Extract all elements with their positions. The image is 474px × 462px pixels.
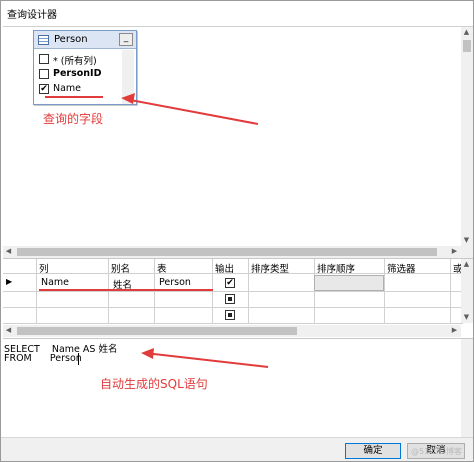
annotation-arrow-sql (141, 348, 269, 368)
table-name: Person (54, 34, 88, 45)
cell-column[interactable]: Name (41, 277, 69, 288)
header-filter: 筛选器 (387, 264, 416, 275)
scroll-right-icon[interactable]: ▶ (449, 325, 460, 336)
grid-header-row: 列 别名 表 输出 排序类型 排序顺序 筛选器 或 (3, 259, 463, 275)
diagram-pane[interactable]: Person _ * (所有列) PersonID ✔ Name 查询的字段 ▲… (3, 26, 473, 258)
annotation-arrow-field (121, 93, 259, 125)
header-alias: 别名 (111, 264, 131, 275)
scroll-thumb[interactable] (463, 40, 471, 52)
diagram-vertical-scrollbar[interactable]: ▲ ▼ (461, 27, 473, 258)
scroll-up-icon[interactable]: ▲ (461, 27, 472, 38)
diagram-horizontal-scrollbar[interactable]: ◀ ▶ (3, 246, 461, 258)
grid-horizontal-scrollbar[interactable]: ◀ ▶ (3, 325, 461, 337)
query-designer-window: 查询设计器 Person _ * (所有列) PersonID ✔ Name 查… (0, 0, 474, 462)
sql-pane[interactable]: SELECT Name AS 姓名 FROM Person 自动生成的SQL语句 (3, 338, 473, 437)
field-label-name: Name (53, 83, 82, 94)
scroll-left-icon[interactable]: ◀ (3, 246, 14, 257)
output-checkbox-row3[interactable] (225, 310, 235, 320)
header-column: 列 (39, 264, 49, 275)
scroll-right-icon[interactable]: ▶ (449, 246, 460, 257)
header-sort-type: 排序类型 (251, 264, 290, 275)
row-underline (39, 289, 213, 291)
annotation-generated-sql: 自动生成的SQL语句 (100, 377, 208, 391)
field-checkbox-name[interactable]: ✔ (39, 84, 49, 94)
scroll-down-icon[interactable]: ▼ (461, 235, 472, 246)
name-underline (45, 96, 103, 98)
minimize-button[interactable]: _ (119, 33, 133, 46)
scroll-left-icon[interactable]: ◀ (3, 325, 14, 336)
current-row-indicator-icon: ▶ (6, 277, 13, 286)
header-sort-order: 排序顺序 (317, 264, 356, 275)
sql-line-from[interactable]: FROM Person (4, 353, 82, 364)
scroll-up-icon[interactable]: ▲ (461, 259, 472, 270)
grid-row-divider (3, 323, 463, 324)
annotation-queried-field: 查询的字段 (43, 112, 104, 126)
grid-row-divider (3, 291, 463, 292)
header-table: 表 (157, 264, 167, 275)
field-label-personid: PersonID (53, 68, 102, 79)
sort-order-cell[interactable] (314, 275, 384, 291)
grid-row-divider (3, 307, 463, 308)
text-cursor (78, 353, 79, 365)
field-checkbox-personid[interactable] (39, 69, 49, 79)
criteria-grid-pane[interactable]: 列 别名 表 输出 排序类型 排序顺序 筛选器 或 ▶ Name 姓名 Pers… (3, 258, 473, 338)
scroll-thumb-horizontal[interactable] (17, 327, 297, 335)
table-icon (38, 35, 49, 45)
output-checkbox-row1[interactable]: ✔ (225, 278, 235, 288)
title-bar: 查询设计器 (1, 1, 473, 25)
sql-vertical-scrollbar[interactable] (461, 339, 473, 437)
grid-vertical-scrollbar[interactable]: ▲ ▼ (461, 259, 473, 323)
scroll-down-icon[interactable]: ▼ (461, 312, 472, 323)
scroll-thumb-horizontal[interactable] (17, 248, 437, 256)
window-title: 查询设计器 (7, 10, 57, 21)
output-checkbox-row2[interactable] (225, 294, 235, 304)
cell-table[interactable]: Person (159, 277, 191, 288)
header-output: 输出 (215, 264, 235, 275)
field-label-all-columns: * (所有列) (53, 56, 97, 67)
ok-button[interactable]: 确定 (345, 443, 401, 459)
watermark: @51CTO博客 (411, 447, 462, 456)
table-widget-header[interactable]: Person _ (34, 31, 136, 49)
dialog-button-bar: 确定 取消 @51CTO博客 (1, 437, 473, 461)
field-checkbox-all-columns[interactable] (39, 54, 49, 64)
